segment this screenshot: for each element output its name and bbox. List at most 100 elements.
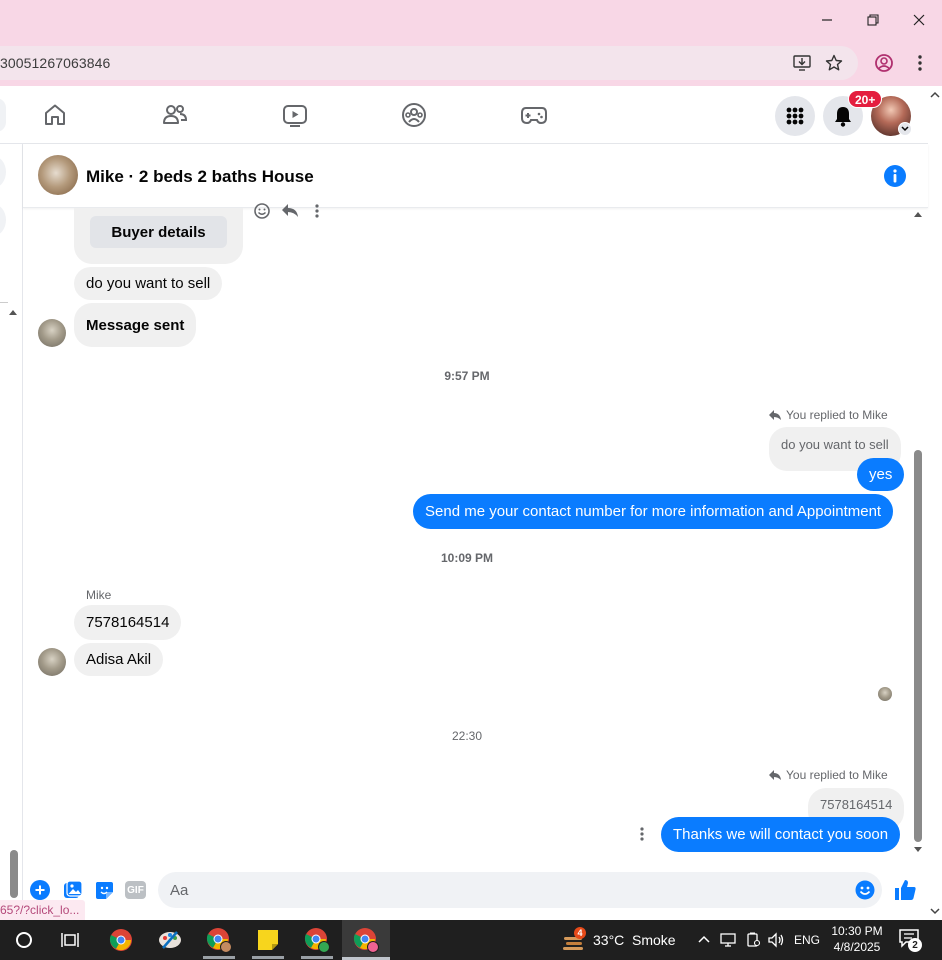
replied-to-text: You replied to Mike — [786, 408, 888, 422]
temperature-text[interactable]: 33°C — [593, 932, 624, 948]
taskbar-chrome-active[interactable] — [342, 920, 390, 960]
clock-date: 4/8/2025 — [833, 940, 881, 954]
browser-menu-button[interactable] — [906, 49, 934, 77]
friends-icon — [163, 105, 188, 124]
sticker-icon[interactable] — [94, 880, 114, 900]
incoming-message[interactable]: Message sent — [74, 303, 197, 347]
more-options-icon[interactable] — [639, 826, 645, 842]
more-actions-button[interactable] — [30, 880, 50, 900]
buyer-details-button[interactable]: Buyer details — [90, 216, 227, 248]
scroll-down-icon[interactable] — [913, 846, 923, 854]
minimize-button[interactable] — [804, 0, 850, 40]
status-link-preview: 65?/?click_lo... — [0, 900, 86, 920]
battery-icon[interactable] — [745, 932, 761, 948]
info-icon — [893, 169, 897, 183]
taskbar-chrome[interactable] — [97, 920, 145, 960]
replied-to-label: You replied to Mike — [768, 768, 888, 782]
timestamp: 9:57 PM — [444, 369, 490, 383]
profile-button[interactable] — [870, 49, 898, 77]
divider — [0, 302, 8, 303]
incoming-message[interactable]: do you want to sell — [74, 267, 223, 300]
app-running-indicator — [301, 956, 333, 959]
photo-icon[interactable] — [63, 880, 83, 900]
nav-home[interactable] — [40, 100, 70, 130]
nav-gaming[interactable] — [519, 100, 549, 130]
notification-badge: 20+ — [848, 90, 883, 108]
chevron-down-icon — [901, 126, 909, 132]
notification-center-button[interactable]: 2 — [898, 928, 924, 952]
more-options-icon[interactable] — [314, 203, 320, 219]
outgoing-message[interactable]: Send me your contact number for more inf… — [413, 494, 894, 529]
replied-to-text: You replied to Mike — [786, 768, 888, 782]
reply-icon — [769, 410, 781, 420]
language-indicator[interactable]: ENG — [794, 933, 820, 947]
page-scroll-down-icon[interactable] — [929, 906, 941, 916]
taskbar-sticky-notes[interactable] — [244, 920, 292, 960]
close-icon — [913, 14, 925, 26]
clock[interactable]: 10:30 PM 4/8/2025 — [826, 923, 888, 955]
task-view-icon — [61, 933, 79, 947]
buyer-card: Buyer details — [74, 208, 243, 264]
seen-indicator-avatar — [878, 687, 892, 701]
like-icon[interactable] — [893, 878, 917, 902]
address-bar-row: 30051267063846 — [0, 40, 942, 86]
nav-friends[interactable] — [160, 100, 190, 130]
sender-name: Mike — [86, 588, 112, 602]
chat-list-item-edge[interactable] — [0, 156, 6, 188]
chat-title[interactable]: Mike · 2 beds 2 baths House — [86, 167, 314, 187]
sender-avatar[interactable] — [38, 648, 66, 676]
install-app-icon — [793, 55, 811, 71]
taskbar-paint-app[interactable] — [146, 920, 194, 960]
scroll-up-icon[interactable] — [913, 210, 923, 218]
sender-avatar[interactable] — [38, 319, 66, 347]
chat-avatar[interactable] — [38, 155, 78, 195]
reply-icon[interactable] — [281, 202, 299, 218]
weather-text[interactable]: Smoke — [632, 932, 676, 948]
omnibox[interactable]: 30051267063846 — [0, 46, 858, 80]
show-hidden-icons-icon[interactable] — [697, 934, 711, 944]
browser-title-bar — [0, 0, 942, 40]
plus-icon — [35, 885, 45, 895]
gif-button[interactable]: GIF — [125, 881, 146, 899]
start-button[interactable] — [0, 920, 48, 960]
network-icon[interactable] — [720, 932, 738, 948]
nav-groups[interactable] — [399, 100, 429, 130]
page-scroll-up-icon[interactable] — [929, 90, 941, 100]
app-running-indicator — [252, 956, 284, 959]
timestamp: 10:09 PM — [440, 551, 494, 565]
message-input[interactable] — [158, 872, 882, 908]
chat-scroll-thumb[interactable] — [914, 450, 922, 842]
kebab-menu-icon — [918, 55, 922, 71]
close-button[interactable] — [896, 0, 942, 40]
chat-list-item-edge[interactable] — [0, 204, 6, 236]
outgoing-message[interactable]: Thanks we will contact you soon — [661, 817, 901, 852]
url-text: 30051267063846 — [0, 55, 111, 71]
groups-icon — [402, 103, 426, 127]
account-menu-toggle[interactable] — [898, 122, 912, 136]
weather-widget-icon[interactable]: 4 — [562, 927, 586, 951]
gaming-icon — [521, 107, 547, 125]
taskbar-chrome-profile-2[interactable] — [293, 920, 341, 960]
taskbar-chrome-profile[interactable] — [195, 920, 243, 960]
scroll-up-icon[interactable] — [8, 308, 18, 316]
incoming-message[interactable]: 7578164514 — [74, 605, 182, 640]
chat-info-button[interactable] — [884, 165, 906, 187]
outgoing-message[interactable]: yes — [857, 458, 905, 491]
bookmark-star-button[interactable] — [820, 49, 848, 77]
emoji-icon[interactable] — [855, 880, 875, 900]
install-app-button[interactable] — [788, 49, 816, 77]
paint-icon — [159, 931, 181, 949]
nav-watch[interactable] — [280, 100, 310, 130]
restore-button[interactable] — [850, 0, 896, 40]
chat-list-scroll-thumb[interactable] — [10, 850, 18, 898]
menu-grid-button[interactable] — [775, 96, 815, 136]
star-icon — [825, 54, 843, 71]
profile-icon — [875, 54, 893, 72]
react-icon[interactable] — [253, 202, 271, 220]
home-icon — [45, 104, 65, 125]
task-view-button[interactable] — [46, 920, 94, 960]
search-field-edge[interactable] — [0, 98, 6, 132]
chrome-profile-icon — [206, 928, 232, 953]
incoming-message[interactable]: Adisa Akil — [74, 643, 164, 676]
volume-icon[interactable] — [767, 932, 785, 948]
